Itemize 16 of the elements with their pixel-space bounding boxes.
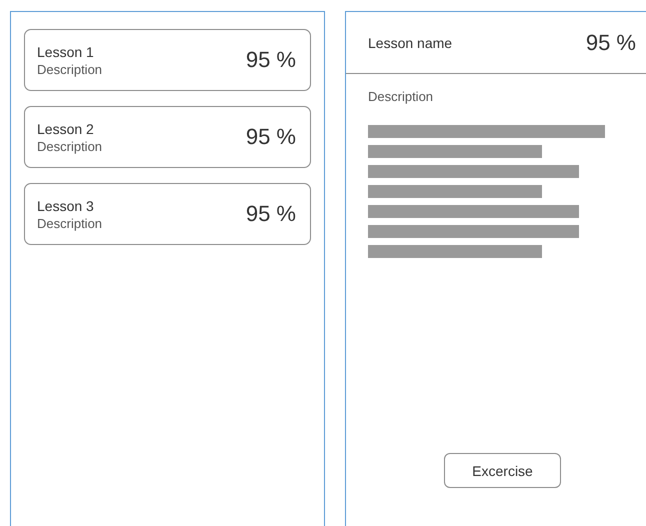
lesson-description: Description	[37, 138, 102, 154]
lesson-description: Description	[37, 62, 102, 76]
lesson-description: Description	[368, 89, 434, 104]
lesson-card[interactable]: Lesson 2 Description 95 %	[24, 106, 311, 168]
lesson-title: Lesson 3	[37, 198, 95, 214]
lesson-description: Description	[37, 216, 102, 230]
exercise-button[interactable]: Excercise	[444, 453, 561, 488]
lesson-score: 95 %	[246, 124, 296, 150]
lesson-card[interactable]: Lesson 3 Description 95 %	[24, 183, 311, 245]
lesson-score: 95 %	[246, 47, 296, 73]
lesson-score: 95 %	[586, 30, 636, 56]
lesson-card[interactable]: Lesson 1 Description 95 %	[24, 29, 311, 91]
lesson-title: Lesson 2	[37, 120, 95, 136]
lesson-name: Lesson name	[368, 34, 452, 50]
lesson-score: 95 %	[246, 201, 296, 227]
lesson-title: Lesson 1	[37, 44, 95, 60]
